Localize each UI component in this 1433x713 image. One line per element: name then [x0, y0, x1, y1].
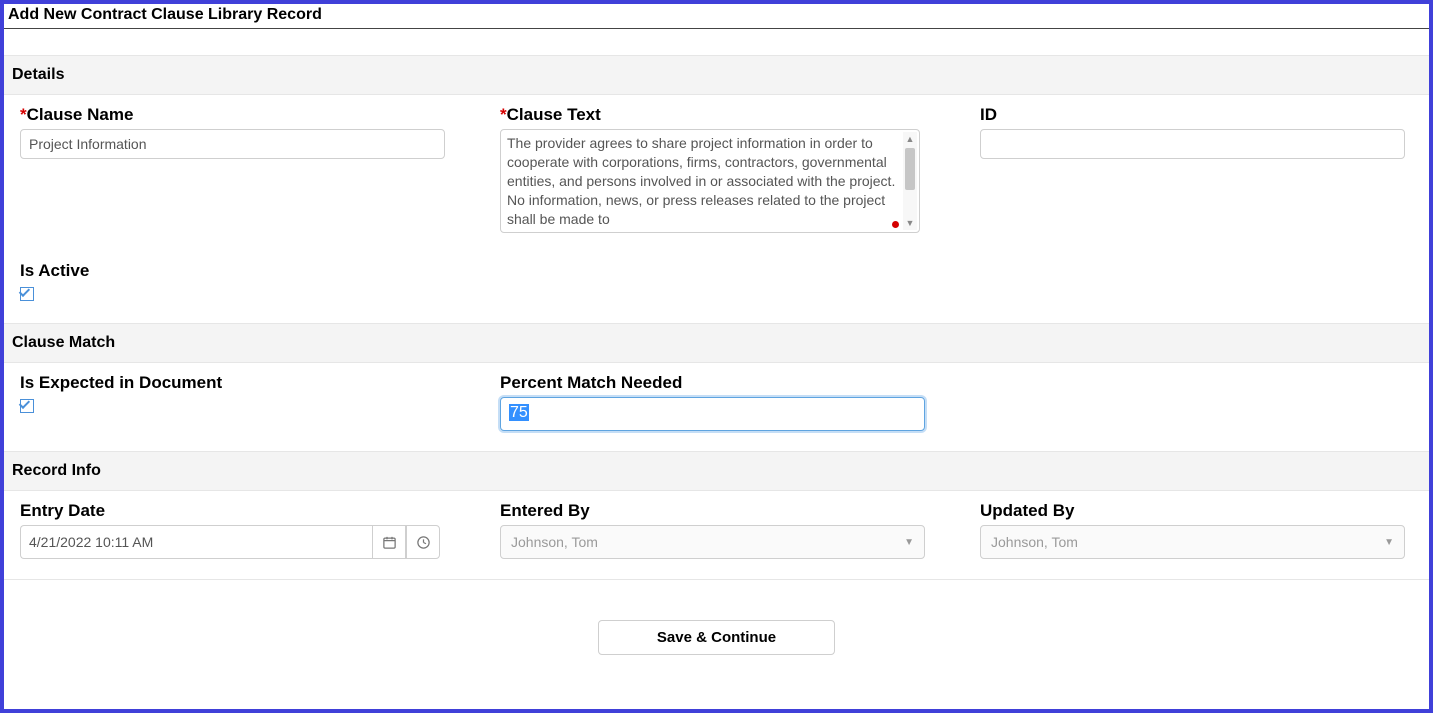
- required-marker: *: [20, 105, 27, 124]
- clause-name-label: *Clause Name: [20, 105, 450, 125]
- rich-text-indicator-icon: [892, 221, 899, 228]
- required-marker: *: [500, 105, 507, 124]
- updated-by-label: Updated By: [980, 501, 1410, 521]
- clause-text-label: *Clause Text: [500, 105, 930, 125]
- percent-match-label: Percent Match Needed: [500, 373, 930, 393]
- scrollbar[interactable]: ▲ ▼: [903, 132, 917, 230]
- entry-date-input[interactable]: [20, 525, 372, 559]
- section-details-header: Details: [4, 55, 1429, 95]
- save-continue-button[interactable]: Save & Continue: [598, 620, 835, 655]
- entered-by-dropdown[interactable]: Johnson, Tom ▼: [500, 525, 925, 559]
- calendar-icon: [382, 535, 397, 550]
- section-clause-match-body: Is Expected in Document Percent Match Ne…: [4, 363, 1429, 451]
- entry-date-group: [20, 525, 440, 559]
- entered-by-value: Johnson, Tom: [511, 534, 598, 550]
- chevron-down-icon: ▼: [1384, 537, 1394, 548]
- is-expected-checkbox[interactable]: [20, 399, 34, 413]
- clock-icon: [416, 535, 431, 550]
- is-expected-label: Is Expected in Document: [20, 373, 450, 393]
- entry-date-label: Entry Date: [20, 501, 450, 521]
- updated-by-value: Johnson, Tom: [991, 534, 1078, 550]
- id-input[interactable]: [980, 129, 1405, 159]
- time-button[interactable]: [406, 525, 440, 559]
- is-active-label: Is Active: [20, 261, 1413, 281]
- clause-name-input[interactable]: [20, 129, 445, 159]
- page-title: Add New Contract Clause Library Record: [4, 4, 1429, 29]
- section-details-body: *Clause Name *Clause Text The provider a…: [4, 95, 1429, 323]
- percent-match-input[interactable]: 75: [500, 397, 925, 431]
- app-frame: Add New Contract Clause Library Record D…: [0, 0, 1433, 713]
- section-record-info-body: Entry Date: [4, 491, 1429, 579]
- scroll-thumb[interactable]: [905, 148, 915, 190]
- percent-match-value: 75: [509, 404, 529, 421]
- chevron-down-icon: ▼: [904, 537, 914, 548]
- section-record-info-header: Record Info: [4, 451, 1429, 491]
- updated-by-dropdown[interactable]: Johnson, Tom ▼: [980, 525, 1405, 559]
- section-clause-match-header: Clause Match: [4, 323, 1429, 363]
- calendar-button[interactable]: [372, 525, 406, 559]
- clause-text-content: The provider agrees to share project inf…: [507, 134, 899, 228]
- scroll-up-icon[interactable]: ▲: [903, 132, 917, 146]
- scroll-down-icon[interactable]: ▼: [903, 216, 917, 230]
- clause-text-input[interactable]: The provider agrees to share project inf…: [500, 129, 920, 233]
- is-active-checkbox[interactable]: [20, 287, 34, 301]
- entered-by-label: Entered By: [500, 501, 930, 521]
- id-label: ID: [980, 105, 1410, 125]
- footer: Save & Continue: [4, 579, 1429, 675]
